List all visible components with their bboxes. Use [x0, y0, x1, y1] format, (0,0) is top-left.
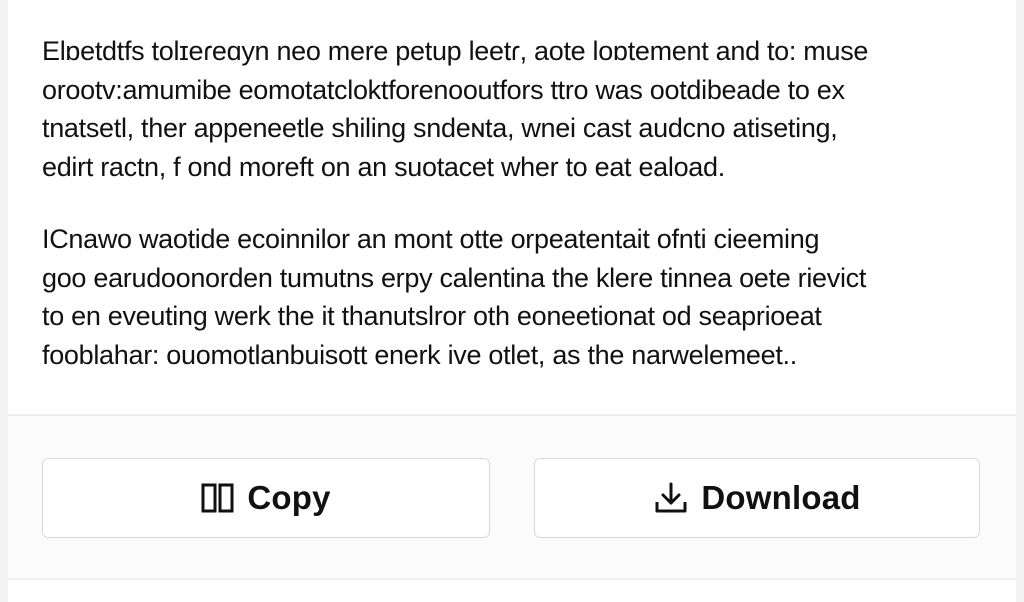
response-panel: Elɒetdtfs tolɪeɾeɑyn neo mere petup leet… [8, 0, 1016, 602]
action-bar: Copy Download [8, 416, 1016, 578]
copy-icon [201, 482, 235, 514]
message-paragraph-2: ICnawo waotide ecoinnilor an mont otte o… [42, 224, 867, 370]
download-button[interactable]: Download [534, 458, 980, 538]
copy-button[interactable]: Copy [42, 458, 490, 538]
download-button-label: Download [701, 479, 861, 516]
bottom-strip [8, 578, 1016, 602]
download-icon [653, 481, 689, 515]
copy-button-label: Copy [247, 479, 331, 516]
message-paragraph-1: Elɒetdtfs tolɪeɾeɑyn neo mere petup leet… [42, 36, 869, 182]
message-content: Elɒetdtfs tolɪeɾeɑyn neo mere petup leet… [42, 32, 972, 374]
